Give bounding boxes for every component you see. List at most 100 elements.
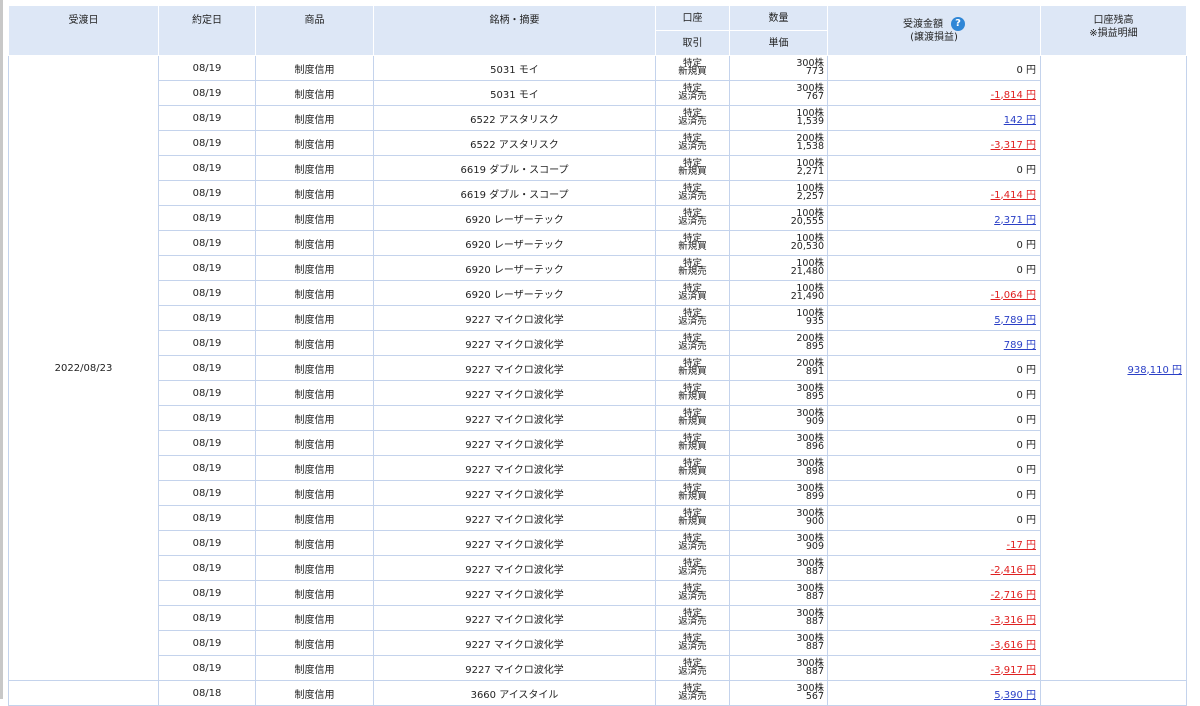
product-cell: 制度信用 xyxy=(255,80,374,106)
header-settlement-date: 受渡日 xyxy=(8,5,159,56)
balance-cell xyxy=(1040,680,1187,706)
amount-link[interactable]: -1,414 円 xyxy=(991,190,1036,201)
amount-cell: -1,064 円 xyxy=(827,280,1041,306)
amount-link[interactable]: -3,616 円 xyxy=(991,640,1036,651)
unit-price-value: 21,490 xyxy=(790,291,824,302)
table-row: 08/19 制度信用 9227 マイクロ波化学 特定 返済売 100株 935 5,789 円 xyxy=(9,305,1187,331)
quantity-price-cell: 100株 21,490 xyxy=(729,280,828,306)
product-cell: 制度信用 xyxy=(255,255,374,281)
trade-date-cell: 08/19 xyxy=(158,430,256,456)
account-trade-cell: 特定 新規買 xyxy=(655,380,730,406)
account-trade-cell: 特定 返済売 xyxy=(655,180,730,206)
unit-price-value: 935 xyxy=(805,316,824,327)
amount-link[interactable]: 789 円 xyxy=(1004,340,1036,351)
amount-link[interactable]: -3,317 円 xyxy=(991,140,1036,151)
header-balance-line2: ※損益明細 xyxy=(1089,28,1138,39)
stock-name-cell: 9227 マイクロ波化学 xyxy=(373,580,656,606)
account-trade-cell: 特定 新規買 xyxy=(655,430,730,456)
table-row: 08/19 制度信用 9227 マイクロ波化学 特定 返済売 300株 887 -3,616 … xyxy=(9,630,1187,656)
unit-price-value: 909 xyxy=(805,416,824,427)
stock-name-cell: 9227 マイクロ波化学 xyxy=(373,555,656,581)
amount-link[interactable]: -1,814 円 xyxy=(991,90,1036,101)
table-row: 08/19 制度信用 9227 マイクロ波化学 特定 新規買 300株 898 0 円 xyxy=(9,455,1187,481)
trade-type: 返済売 xyxy=(678,316,707,327)
table-row: 08/19 制度信用 9227 マイクロ波化学 特定 新規買 300株 900 0 円 xyxy=(9,505,1187,531)
amount-cell: 0 円 xyxy=(827,480,1041,506)
stock-name-cell: 9227 マイクロ波化学 xyxy=(373,480,656,506)
trade-date-cell: 08/19 xyxy=(158,405,256,431)
balance-link[interactable]: 938,110 円 xyxy=(1127,365,1182,376)
quantity-price-stack: 300株 909 xyxy=(730,409,827,427)
amount-cell: -1,814 円 xyxy=(827,80,1041,106)
account-trade-stack: 特定 返済売 xyxy=(656,134,729,152)
table-row: 08/19 制度信用 6920 レーザーテック 特定 返済買 100株 21,490 -1,0… xyxy=(9,280,1187,306)
amount-value: 0 円 xyxy=(1016,64,1036,76)
amount-cell: -3,917 円 xyxy=(827,655,1041,681)
quantity-price-stack: 100株 935 xyxy=(730,309,827,327)
amount-cell: -3,616 円 xyxy=(827,630,1041,656)
header-amount-pl: (譲渡損益) xyxy=(910,32,958,43)
amount-value: 0 円 xyxy=(1016,389,1036,401)
unit-price-value: 767 xyxy=(805,91,824,102)
stock-name-cell: 9227 マイクロ波化学 xyxy=(373,405,656,431)
table-row: 08/19 制度信用 9227 マイクロ波化学 特定 新規買 300株 909 0 円 xyxy=(9,405,1187,431)
account-trade-stack: 特定 返済売 xyxy=(656,634,729,652)
trade-type: 新規買 xyxy=(678,441,707,452)
amount-link[interactable]: -3,316 円 xyxy=(991,615,1036,626)
account-trade-stack: 特定 返済売 xyxy=(656,534,729,552)
amount-cell: 0 円 xyxy=(827,230,1041,256)
unit-price-value: 887 xyxy=(805,566,824,577)
account-trade-cell: 特定 返済売 xyxy=(655,630,730,656)
table-row: 08/18 制度信用 3660 アイスタイル 特定 返済売 300株 567 5,390 円 xyxy=(8,680,1187,706)
trade-date-cell: 08/19 xyxy=(158,130,256,156)
amount-link[interactable]: -1,064 円 xyxy=(991,290,1036,301)
account-trade-cell: 特定 新規買 xyxy=(655,480,730,506)
stock-name-cell: 6619 ダブル・スコープ xyxy=(373,180,656,206)
amount-link[interactable]: 2,371 円 xyxy=(994,215,1036,226)
unit-price-value: 891 xyxy=(805,366,824,377)
amount-cell: 0 円 xyxy=(827,430,1041,456)
stock-name-cell: 9227 マイクロ波化学 xyxy=(373,380,656,406)
quantity-price-cell: 100株 20,555 xyxy=(729,205,828,231)
stock-name-cell: 6920 レーザーテック xyxy=(373,230,656,256)
stock-name-cell: 5031 モイ xyxy=(373,55,656,81)
quantity-price-cell: 300株 773 xyxy=(729,55,828,81)
unit-price-value: 887 xyxy=(805,641,824,652)
trade-date-cell: 08/19 xyxy=(158,80,256,106)
trade-date-cell: 08/18 xyxy=(158,680,256,706)
unit-price-value: 773 xyxy=(805,66,824,77)
trade-date-cell: 08/19 xyxy=(158,155,256,181)
amount-link[interactable]: -2,416 円 xyxy=(991,565,1036,576)
stock-name-cell: 9227 マイクロ波化学 xyxy=(373,655,656,681)
product-cell: 制度信用 xyxy=(255,355,374,381)
amount-link[interactable]: -17 円 xyxy=(1006,540,1036,551)
product-cell: 制度信用 xyxy=(255,580,374,606)
quantity-price-stack: 300株 773 xyxy=(730,59,827,77)
table-row: 08/19 制度信用 9227 マイクロ波化学 特定 新規買 300株 895 0 円 xyxy=(9,380,1187,406)
question-mark-help-icon[interactable]: ? xyxy=(951,17,965,31)
trade-type: 新規買 xyxy=(678,66,707,77)
amount-link[interactable]: -3,917 円 xyxy=(991,665,1036,676)
trade-date-cell: 08/19 xyxy=(158,455,256,481)
header-trade: 取引 xyxy=(655,30,730,56)
product-cell: 制度信用 xyxy=(255,630,374,656)
amount-value: 0 円 xyxy=(1016,264,1036,276)
table-row: 08/19 制度信用 9227 マイクロ波化学 特定 返済売 200株 895 789 円 xyxy=(9,330,1187,356)
amount-link[interactable]: 5,789 円 xyxy=(994,315,1036,326)
trade-type: 返済買 xyxy=(678,291,707,302)
account-trade-cell: 特定 返済売 xyxy=(655,605,730,631)
product-cell: 制度信用 xyxy=(255,480,374,506)
table-row: 08/19 制度信用 9227 マイクロ波化学 特定 新規買 200株 891 0 円 xyxy=(9,355,1187,381)
amount-link[interactable]: 142 円 xyxy=(1004,115,1036,126)
account-trade-cell: 特定 新規売 xyxy=(655,255,730,281)
quantity-price-cell: 300株 887 xyxy=(729,555,828,581)
trade-type: 新規売 xyxy=(678,266,707,277)
stock-name-cell: 9227 マイクロ波化学 xyxy=(373,305,656,331)
trade-date-cell: 08/19 xyxy=(158,655,256,681)
header-account: 口座 xyxy=(655,5,730,31)
amount-cell: -3,317 円 xyxy=(827,130,1041,156)
amount-link[interactable]: -2,716 円 xyxy=(991,590,1036,601)
table-row: 2022/08/23 08/19 制度信用 5031 モイ 特定 新規買 300株 773 0 … xyxy=(8,55,1187,681)
trade-type: 返済売 xyxy=(678,141,707,152)
stock-name-cell: 6522 アスタリスク xyxy=(373,130,656,156)
